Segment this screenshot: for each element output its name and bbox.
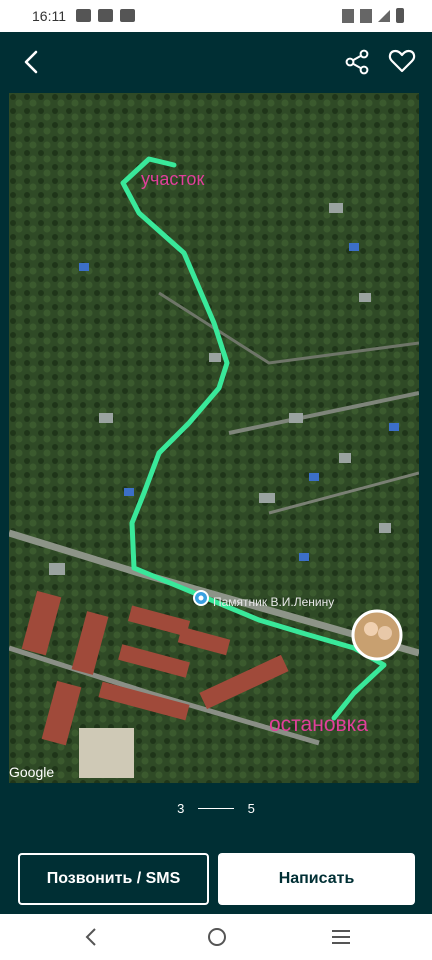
share-button[interactable] <box>343 48 371 76</box>
status-time: 16:11 <box>32 8 66 24</box>
cast-icon <box>120 9 135 22</box>
pager-divider <box>198 808 234 810</box>
chevron-left-icon <box>24 50 38 74</box>
system-navbar <box>0 914 432 960</box>
map-photo: участок Памятник В.И.Ленину остановка Go… <box>9 93 419 783</box>
mute-icon <box>342 8 354 23</box>
label-stop: остановка <box>269 713 368 736</box>
image-icon <box>76 9 91 22</box>
google-watermark: Google <box>9 764 54 780</box>
pager-current: 3 <box>177 801 185 817</box>
home-icon[interactable] <box>206 926 228 948</box>
share-icon <box>345 49 369 75</box>
header <box>0 32 432 94</box>
signal-icon <box>378 9 390 22</box>
call-sms-button[interactable]: Позвонить / SMS <box>18 853 209 905</box>
status-bar: 16:11 <box>0 0 432 32</box>
label-monument: Памятник В.И.Ленину <box>213 595 334 609</box>
write-message-button[interactable]: Написать <box>218 853 415 905</box>
photo-pager: 3 5 <box>0 800 432 828</box>
recents-icon[interactable] <box>330 927 352 947</box>
photo-gallery[interactable]: участок Памятник В.И.Ленину остановка Go… <box>9 93 419 783</box>
back-button[interactable] <box>16 46 48 78</box>
label-plot: участок <box>141 169 204 189</box>
favorite-button[interactable] <box>387 46 417 76</box>
back-icon[interactable] <box>82 926 102 948</box>
youtube-icon <box>98 9 113 22</box>
pager-total: 5 <box>247 801 255 817</box>
heart-icon <box>388 49 416 73</box>
battery-icon <box>396 8 404 23</box>
wifi-icon <box>360 8 372 23</box>
